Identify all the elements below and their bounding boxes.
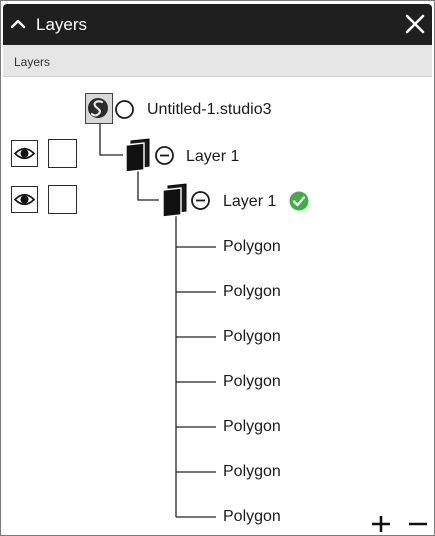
- layer-label: Layer 1: [223, 193, 277, 210]
- eye-icon: [13, 193, 36, 206]
- collapse-circle-icon[interactable]: [190, 190, 211, 211]
- layer-label: Layer 1: [186, 148, 240, 165]
- minus-icon[interactable]: [405, 513, 431, 535]
- layers-subheader: Layers: [3, 45, 432, 77]
- close-icon[interactable]: [403, 12, 427, 36]
- polygon-item[interactable]: Polygon: [223, 508, 281, 526]
- panel-title-bar: Layers: [3, 4, 432, 45]
- subheader-label: Layers: [14, 55, 51, 69]
- visibility-toggle[interactable]: [11, 186, 38, 213]
- document-label: Untitled-1.studio3: [147, 101, 272, 118]
- layer-stack-icon: [125, 138, 150, 172]
- visibility-toggle[interactable]: [11, 140, 38, 167]
- chevron-up-icon[interactable]: [7, 13, 29, 35]
- polygon-item[interactable]: Polygon: [223, 418, 281, 436]
- polygon-item[interactable]: Polygon: [223, 463, 281, 481]
- eye-icon: [13, 147, 36, 160]
- layer-node[interactable]: Layer 1: [123, 138, 263, 172]
- checkmark-circle-icon: [289, 191, 309, 211]
- polygon-item[interactable]: Polygon: [223, 328, 281, 346]
- polygon-item[interactable]: Polygon: [223, 283, 281, 301]
- layer-stack-icon: [162, 183, 187, 217]
- layers-panel: Layers Layers Untitled-1.studio3 Layer 1…: [0, 0, 435, 536]
- studio-document-icon: [85, 93, 113, 124]
- layer-node-active[interactable]: Layer 1: [160, 183, 320, 217]
- collapse-circle-icon[interactable]: [154, 145, 175, 166]
- lock-checkbox[interactable]: [48, 185, 77, 214]
- polygon-item[interactable]: Polygon: [223, 373, 281, 391]
- plus-icon[interactable]: [368, 513, 394, 535]
- expand-circle-icon[interactable]: [114, 99, 135, 120]
- document-node[interactable]: Untitled-1.studio3: [85, 93, 305, 125]
- panel-title: Layers: [36, 15, 88, 34]
- layers-tree: Untitled-1.studio3 Layer 1 Layer 1 Polyg…: [1, 77, 434, 535]
- polygon-item[interactable]: Polygon: [223, 238, 281, 256]
- lock-checkbox[interactable]: [48, 139, 77, 168]
